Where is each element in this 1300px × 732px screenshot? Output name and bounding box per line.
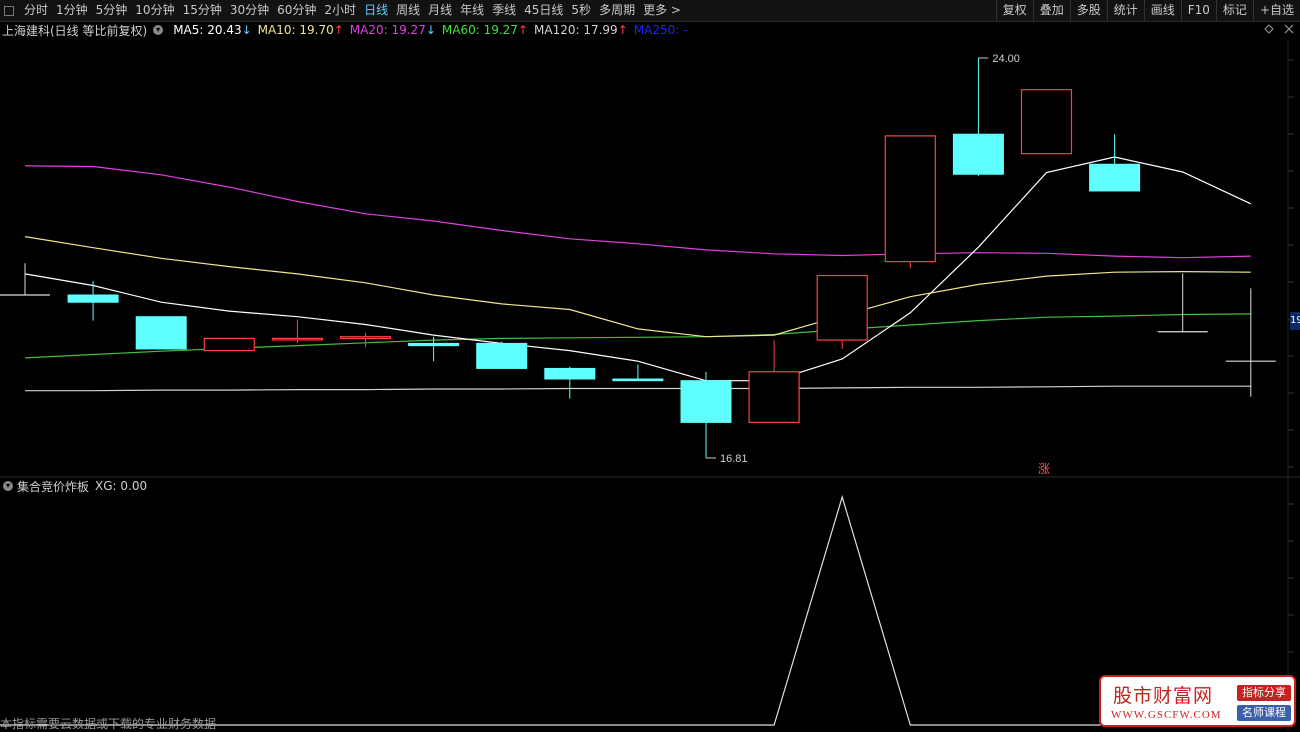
candle-body-7 — [476, 342, 528, 369]
candle-body-14 — [952, 133, 1004, 175]
indicator-title[interactable]: 集合竞价炸板 — [17, 478, 89, 495]
candle-body-10 — [680, 380, 732, 423]
xg-indicator-line — [0, 494, 1288, 726]
ma60-line — [24, 313, 1251, 359]
candle-body-5 — [339, 336, 392, 339]
watermark-tag-course: 名师课程 — [1237, 705, 1291, 721]
indicator-value: XG: 0.00 — [95, 479, 148, 493]
indicator-dropdown-icon[interactable]: ▾ — [3, 481, 13, 491]
ma10-line — [24, 236, 1251, 338]
indicator-header: ▾ 集合竞价炸板 XG: 0.00 — [0, 478, 147, 494]
candle-body-11 — [748, 371, 800, 423]
candle-body-8 — [544, 367, 596, 380]
candle-body-15 — [1020, 89, 1073, 155]
watermark-url: WWW.GSCFW.COM — [1111, 709, 1222, 721]
footnote-text: 本指标需要云数据或下载的专业财务数据 — [0, 717, 217, 731]
candle-body-16 — [1089, 163, 1141, 192]
price-axis-marker: 19 — [1290, 312, 1300, 330]
candle-body-6 — [408, 342, 460, 347]
ma20-line — [24, 165, 1251, 259]
ma120-line — [25, 385, 1251, 392]
candle-body-13 — [884, 135, 936, 263]
watermark-tag-share: 指标分享 — [1237, 685, 1291, 701]
candle-body-9 — [612, 378, 664, 382]
watermark-logo: 股市财富网 WWW.GSCFW.COM 指标分享 名师课程 — [1099, 675, 1296, 727]
candle-body-1 — [67, 294, 119, 303]
candle-body-3 — [203, 337, 255, 352]
candle-body-12 — [816, 274, 868, 341]
candle-body-2 — [135, 316, 187, 350]
zhang-marker: 涨 — [1038, 461, 1050, 476]
low-price-label: 16.81 — [720, 453, 748, 465]
high-price-label: 24.00 — [992, 53, 1020, 65]
candle-body-4 — [271, 337, 323, 341]
kline-chart[interactable]: 24.00 16.81 涨 — [0, 0, 1300, 731]
watermark-name: 股市财富网 — [1113, 685, 1214, 707]
